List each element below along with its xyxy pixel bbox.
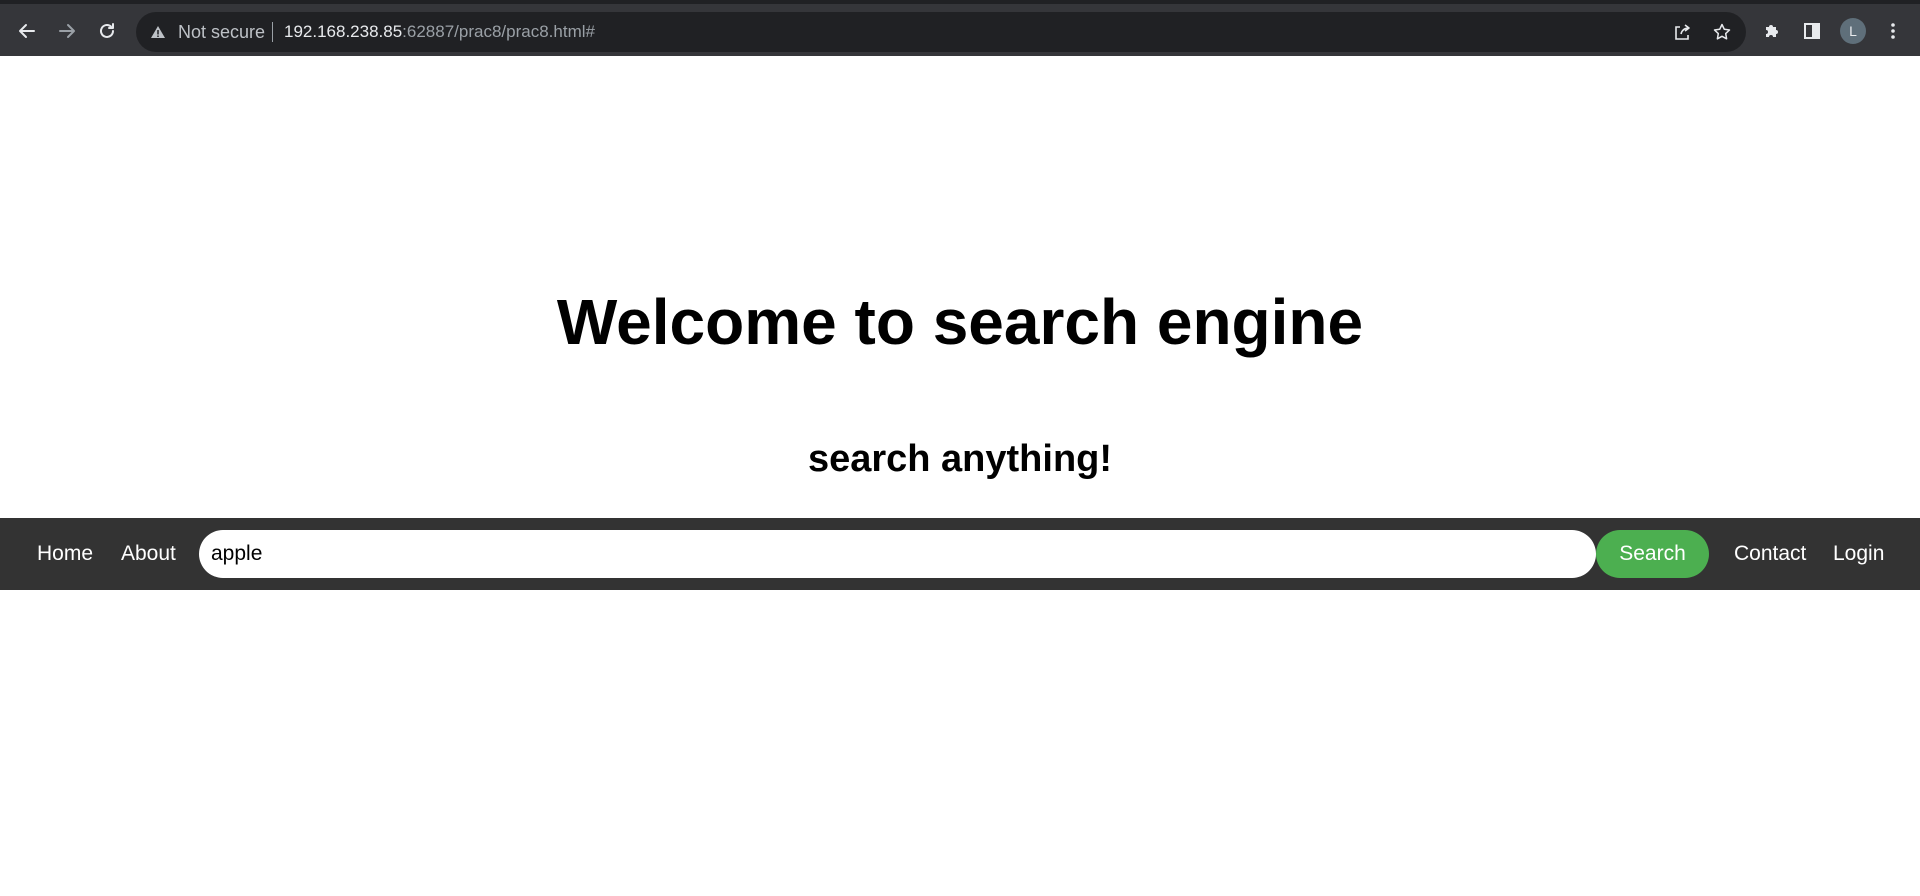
reload-button[interactable] bbox=[91, 15, 123, 47]
back-button[interactable] bbox=[11, 15, 43, 47]
page-title: Welcome to search engine bbox=[556, 286, 1364, 358]
star-icon bbox=[1713, 23, 1731, 40]
nav-link-contact[interactable]: Contact bbox=[1734, 541, 1806, 567]
search-button[interactable]: Search bbox=[1596, 530, 1709, 578]
address-bar[interactable]: Not secure 192.168.238.85:62887/prac8/pr… bbox=[136, 12, 1746, 52]
arrow-right-icon bbox=[59, 24, 75, 38]
page-subtitle: search anything! bbox=[807, 438, 1113, 480]
security-divider bbox=[272, 22, 273, 42]
arrow-left-icon bbox=[19, 24, 35, 38]
share-icon bbox=[1675, 24, 1690, 40]
side-panel-icon bbox=[1804, 23, 1820, 39]
url-path: :62887/prac8/prac8.html# bbox=[402, 22, 595, 41]
forward-button[interactable] bbox=[51, 15, 83, 47]
warning-icon bbox=[151, 26, 165, 38]
security-label[interactable]: Not secure bbox=[178, 22, 265, 42]
puzzle-icon bbox=[1766, 25, 1778, 37]
browser-menu-button[interactable] bbox=[1880, 18, 1906, 44]
nav-link-home[interactable]: Home bbox=[37, 541, 93, 567]
reload-icon bbox=[100, 23, 114, 38]
navbar: Home About Search Contact Login bbox=[0, 518, 1920, 590]
extensions-button[interactable] bbox=[1759, 18, 1785, 44]
side-panel-button[interactable] bbox=[1799, 18, 1825, 44]
browser-toolbar: Not secure 192.168.238.85:62887/prac8/pr… bbox=[0, 0, 1920, 56]
url-text[interactable]: 192.168.238.85:62887/prac8/prac8.html# bbox=[284, 22, 595, 42]
bookmark-button[interactable] bbox=[1711, 21, 1733, 43]
url-host: 192.168.238.85 bbox=[284, 22, 403, 41]
share-button[interactable] bbox=[1671, 21, 1693, 43]
nav-link-about[interactable]: About bbox=[121, 541, 176, 567]
profile-avatar[interactable]: L bbox=[1840, 18, 1866, 44]
more-vert-icon bbox=[1891, 23, 1895, 39]
search-input[interactable] bbox=[199, 530, 1596, 578]
nav-link-login[interactable]: Login bbox=[1833, 541, 1884, 567]
